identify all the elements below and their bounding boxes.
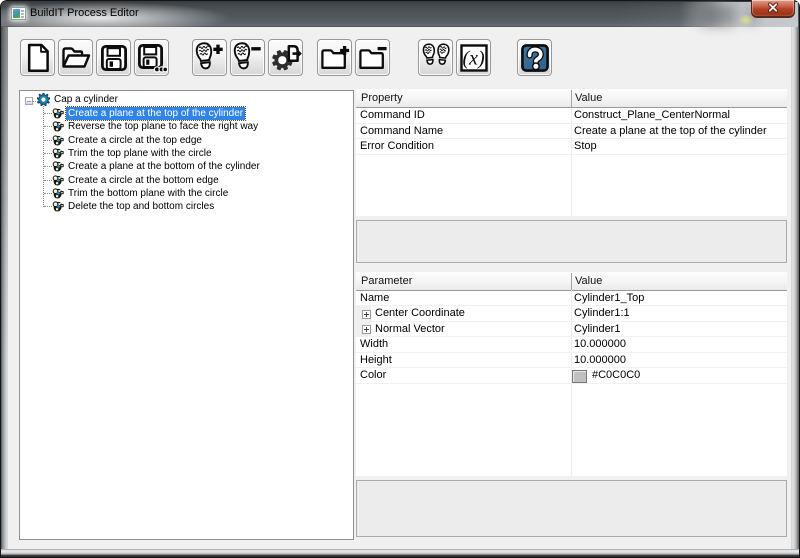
svg-text:(x): (x) xyxy=(462,47,485,69)
